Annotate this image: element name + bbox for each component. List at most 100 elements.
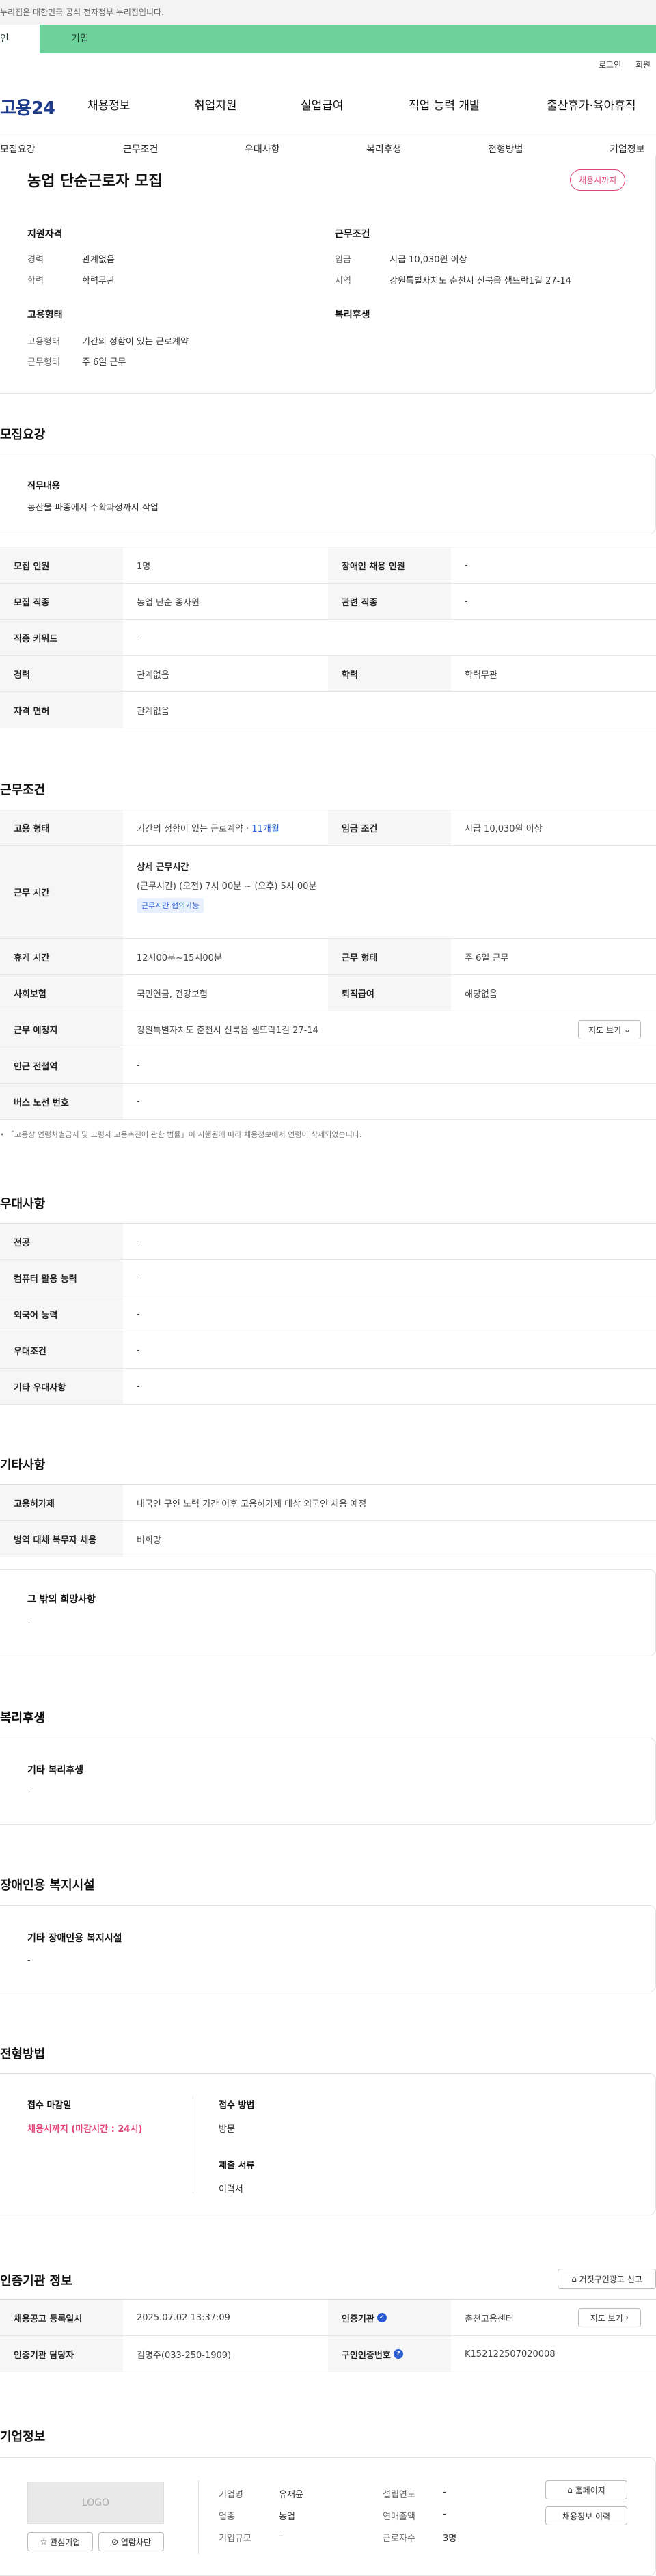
company-label: 기업명: [219, 2490, 243, 2500]
section-title-work: 근무조건: [0, 783, 46, 797]
age-law-notice: • 「고용상 연령차별금지 및 고령자 고용촉진에 관한 법률」이 시행됨에 따…: [0, 1130, 362, 1139]
tab-company[interactable]: 기업: [71, 25, 89, 53]
th: 인증기관 담당자: [0, 2336, 123, 2372]
th: 전공: [0, 1224, 123, 1259]
job-history-button[interactable]: 채용정보 이력: [545, 2506, 627, 2525]
th: 고용허가제: [0, 1485, 123, 1520]
gnb-vocational-training[interactable]: 직업 능력 개발: [409, 96, 480, 113]
th: 버스 노선 번호: [0, 1084, 123, 1119]
table-row: 사회보험 국민연금, 건강보험 퇴직급여 해당없음: [0, 975, 656, 1011]
th: 모집 직종: [0, 584, 123, 619]
td: 춘천고용센터: [465, 2314, 514, 2325]
qual-value: 관계없음: [82, 255, 115, 265]
subnav-recruit[interactable]: 모집요강: [0, 142, 36, 156]
cond-label: 지역: [335, 276, 351, 286]
td: 국민연금, 건강보험: [137, 989, 208, 1000]
divider: [198, 2480, 199, 2554]
hours-title: 상세 근무시간: [137, 862, 189, 873]
cert-map-button[interactable]: 지도 보기 ›: [578, 2308, 641, 2327]
block-icon: ⊘: [111, 2537, 121, 2547]
section-title-cert: 인증기관 정보: [0, 2274, 72, 2288]
th: 퇴직급여: [328, 975, 451, 1011]
report-fake-ad-button[interactable]: ⌂ 거짓구인광고 신고: [558, 2269, 656, 2289]
join-link[interactable]: 회원: [636, 59, 651, 70]
block-view-button[interactable]: ⊘ 열람차단: [98, 2532, 164, 2551]
td: 12시00분~15시00분: [137, 953, 222, 963]
th: 자격 면허: [0, 692, 123, 728]
site-logo[interactable]: 고용24: [0, 94, 55, 120]
th: 휴게 시간: [0, 939, 123, 974]
login-link[interactable]: 로그인: [599, 59, 621, 70]
gnb-jobs[interactable]: 채용정보: [87, 96, 131, 113]
cond-title: 근무조건: [335, 229, 370, 240]
th: 병역 대체 복무자 채용: [0, 1521, 123, 1557]
table-row: 우대조건 -: [0, 1332, 656, 1369]
section-title-preference: 우대사항: [0, 1197, 46, 1211]
td: 시급 10,030원 이상: [465, 824, 543, 834]
table-row: 자격 면허 관계없음: [0, 692, 656, 728]
section-title-recruit: 모집요강: [0, 428, 46, 442]
subnav-preference[interactable]: 우대사항: [245, 142, 280, 156]
table-row: 고용 형태 기간의 정함이 있는 근로계약 · 11개월 임금 조건 시급 10…: [0, 810, 656, 846]
gnb-employment-support[interactable]: 취업지원: [194, 96, 237, 113]
subnav-process[interactable]: 전형방법: [488, 142, 523, 156]
preference-table: 전공 - 컴퓨터 활용 능력 - 외국어 능력 - 우대조건 - 기타 우대사항 -: [0, 1223, 656, 1405]
status-badge: 채용시까지: [570, 169, 626, 191]
td: 1명: [137, 561, 151, 572]
emp-title: 고용형태: [27, 310, 63, 320]
duty-card: [0, 454, 656, 534]
table-row: 근무 예정지 강원특별자치도 춘천시 신북읍 샘뜨락1길 27-14 지도 보기…: [0, 1011, 656, 1047]
map-button[interactable]: 지도 보기 ⌄: [578, 1020, 641, 1039]
th: 인근 전철역: [0, 1047, 123, 1083]
subnav-company[interactable]: 기업정보: [610, 142, 645, 156]
td: -: [137, 1236, 140, 1247]
favorite-company-button[interactable]: ☆ 관심기업: [27, 2532, 93, 2551]
tab-individual[interactable]: 인: [0, 25, 40, 53]
subnav-benefit[interactable]: 복리후생: [366, 142, 402, 156]
disabled-title: 기타 장애인용 복지시설: [27, 1933, 122, 1944]
td: -: [137, 1096, 140, 1107]
td: -: [465, 560, 468, 571]
company-label: 연매출액: [383, 2512, 415, 2522]
td: 내국인 구인 노력 기간 이후 고용허가제 대상 외국인 채용 예정: [137, 1498, 367, 1509]
process-card: [0, 2073, 656, 2215]
td: -: [137, 1060, 140, 1071]
td: 강원특별자치도 춘천시 신북읍 샘뜨락1길 27-14: [137, 1025, 318, 1036]
th: 근무 예정지: [0, 1011, 123, 1047]
table-row: 근무 시간 상세 근무시간 (근무시간) (오전) 7시 00분 ~ (오후) …: [0, 846, 656, 939]
check-badge-icon[interactable]: ✓: [377, 2313, 387, 2322]
subnav-work[interactable]: 근무조건: [123, 142, 159, 156]
table-row: 경력 관계없음 학력 학력무관: [0, 656, 656, 692]
td: 학력무관: [465, 670, 497, 681]
cond-label: 임금: [335, 255, 351, 265]
td: 2025.07.02 13:37:09: [137, 2312, 230, 2323]
table-row: 전공 -: [0, 1224, 656, 1260]
emp-type-text: 기간의 정함이 있는 근로계약 ·: [137, 824, 249, 834]
qual-label: 학력: [27, 276, 44, 286]
docs-title: 제출 서류: [219, 2161, 255, 2171]
td: -: [137, 1308, 140, 1319]
th: 관련 직종: [328, 584, 451, 619]
th: 인증기관 ✓: [328, 2300, 451, 2335]
gnb-parental-leave[interactable]: 출산휴가·육아휴직: [547, 96, 656, 113]
td: 비희망: [137, 1535, 161, 1546]
table-row: 인증기관 담당자 김명주(033-250-1909) 구인인증번호? K1521…: [0, 2336, 656, 2372]
td: -: [137, 1272, 140, 1283]
info-icon[interactable]: ?: [393, 2349, 403, 2359]
chevron-right-icon: ›: [625, 2313, 629, 2322]
gnb-unemployment-benefit[interactable]: 실업급여: [301, 96, 344, 113]
td: 농업 단순 종사원: [137, 597, 200, 608]
table-row: 모집 직종 농업 단순 종사원 관련 직종 -: [0, 584, 656, 620]
th: 우대조건: [0, 1332, 123, 1368]
th: 기타 우대사항: [0, 1369, 123, 1404]
method-title: 접수 방법: [219, 2100, 255, 2111]
cond-value: 강원특별자치도 춘천시 신북읍 샘뜨락1길 27-14: [390, 276, 571, 286]
benefit-value: -: [27, 1787, 31, 1797]
qual-label: 경력: [27, 255, 44, 265]
th: 근무 형태: [328, 939, 451, 974]
homepage-button[interactable]: ⌂ 홈페이지: [545, 2480, 627, 2499]
home-icon: ⌂: [567, 2485, 575, 2495]
docs-value: 이력서: [219, 2184, 243, 2195]
th: 장애인 채용 인원: [328, 547, 451, 583]
emp-label: 고용형태: [27, 337, 60, 347]
